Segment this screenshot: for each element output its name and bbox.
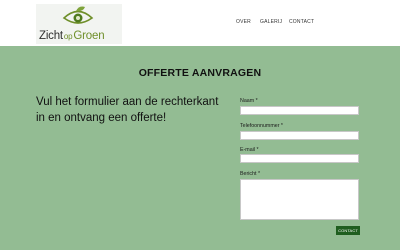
nav-galerij[interactable]: GALERIJ xyxy=(260,19,282,25)
nav-over[interactable]: OVER xyxy=(236,19,251,25)
quote-request-section: OFFERTE AANVRAGEN Vul het formulier aan … xyxy=(0,46,400,250)
site-header: ZichtopGroen OVER GALERIJ CONTACT xyxy=(0,0,400,46)
contact-submit-button[interactable]: CONTACT xyxy=(336,226,360,235)
naam-label: Naam * xyxy=(240,98,258,104)
logo-word-zicht: Zicht xyxy=(39,30,63,42)
telefoon-label: Telefoonnummer * xyxy=(240,123,283,129)
bericht-label: Bericht * xyxy=(240,171,261,177)
logo-word-op: op xyxy=(63,32,73,41)
site-logo[interactable]: ZichtopGroen xyxy=(36,4,122,44)
bericht-textarea[interactable] xyxy=(240,179,359,220)
logo-word-groen: Groen xyxy=(73,30,105,42)
telefoon-field[interactable] xyxy=(240,131,359,140)
logo-wordmark: ZichtopGroen xyxy=(39,30,105,43)
intro-text: Vul het formulier aan de rechterkant in … xyxy=(36,96,219,124)
email-field[interactable] xyxy=(240,154,359,163)
page-title: OFFERTE AANVRAGEN xyxy=(138,67,262,79)
eye-leaf-logo-icon xyxy=(62,6,94,24)
nav-contact[interactable]: CONTACT xyxy=(289,19,314,25)
naam-field[interactable] xyxy=(240,106,359,115)
email-label: E-mail * xyxy=(240,147,259,153)
